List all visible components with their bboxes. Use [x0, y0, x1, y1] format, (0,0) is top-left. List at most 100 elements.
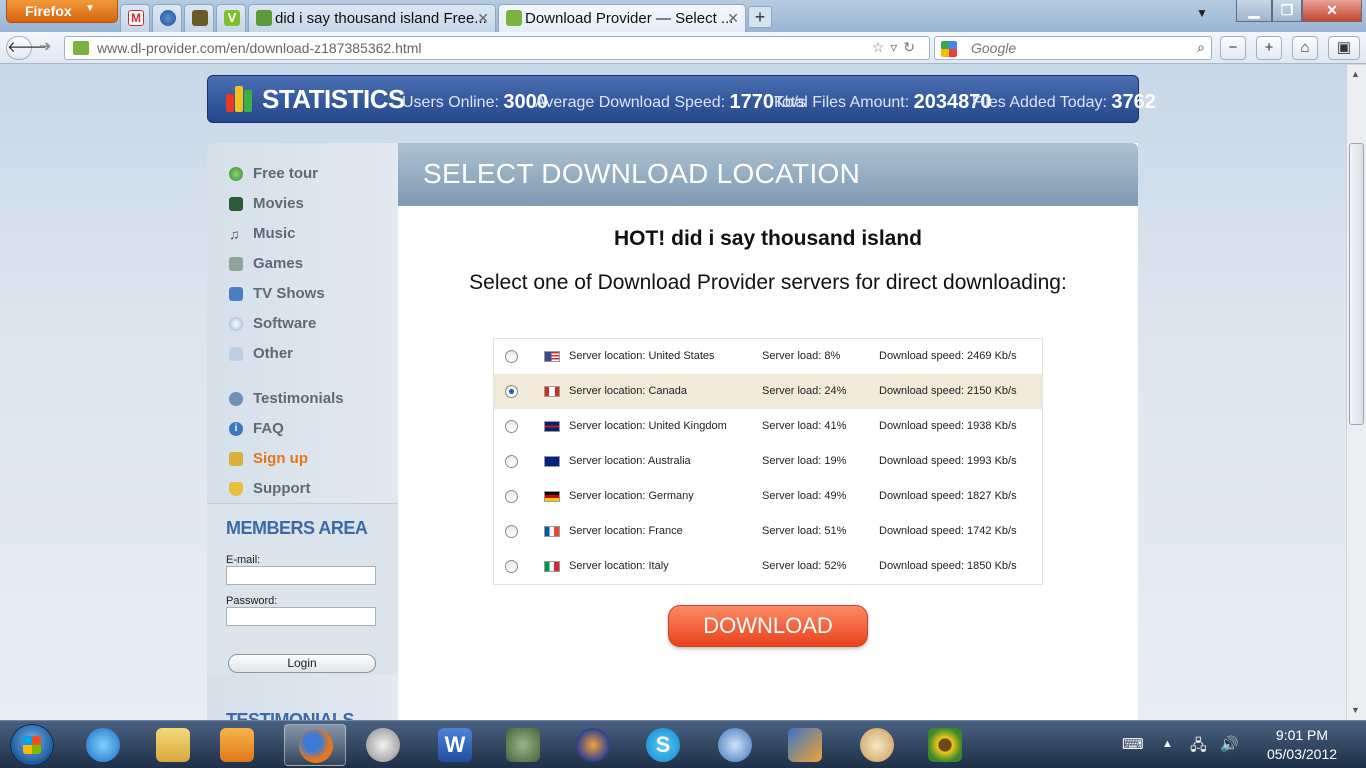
forward-button[interactable]: ➔ [32, 36, 58, 60]
bookmark-star-icon[interactable]: ☆▿↻ [872, 39, 921, 56]
pinned-tab-4[interactable]: V [216, 4, 246, 32]
email-field[interactable] [226, 566, 376, 585]
sidebar-item-label: Software [253, 315, 317, 332]
sidebar-item-software[interactable]: Software [227, 313, 316, 335]
sidebar-item-label: FAQ [253, 420, 284, 437]
sidebar-item-sign-up[interactable]: Sign up [227, 448, 308, 470]
server-row-uk[interactable]: Server location: United Kingdom Server l… [494, 409, 1042, 444]
stat-value: 3762 [1111, 91, 1156, 113]
server-row-us[interactable]: Server location: United States Server lo… [494, 339, 1042, 374]
taskbar-firefox[interactable] [284, 724, 346, 766]
sidebar-item-games[interactable]: Games [227, 253, 303, 275]
minimize-button[interactable]: ▁ [1236, 0, 1272, 22]
folder-icon [156, 728, 190, 762]
new-tab-button[interactable]: + [748, 6, 772, 28]
skype-icon: S [646, 728, 680, 762]
zoom-out-button[interactable]: − [1220, 36, 1246, 60]
volume-icon[interactable]: 🔊 [1220, 735, 1239, 753]
taskbar-skype[interactable]: S [632, 724, 694, 766]
vertical-scrollbar[interactable]: ▲ ▼ [1346, 65, 1366, 720]
server-row-de[interactable]: Server location: Germany Server load: 49… [494, 479, 1042, 514]
back-button[interactable]: 🡐 [6, 36, 47, 60]
sidebar-item-testimonials[interactable]: Testimonials [227, 388, 344, 410]
password-field[interactable] [226, 607, 376, 626]
sidebar-item-tv-shows[interactable]: TV Shows [227, 283, 325, 305]
pinned-tab-2[interactable] [152, 4, 182, 32]
system-clock[interactable]: 9:01 PM 05/03/2012 [1262, 726, 1342, 764]
search-icon[interactable]: ⌕ [1197, 39, 1205, 56]
server-radio[interactable] [505, 420, 518, 433]
page-favicon-icon [256, 10, 272, 26]
search-bar[interactable]: Google ⌕ [934, 36, 1212, 60]
address-bar[interactable]: www.dl-provider.com/en/download-z1873853… [64, 36, 930, 60]
server-radio[interactable] [505, 525, 518, 538]
close-tab-icon[interactable]: ✕ [477, 10, 489, 27]
server-list: Server location: United States Server lo… [493, 338, 1043, 585]
sidebar-item-music[interactable]: ♫ Music [227, 223, 296, 245]
stats-title: STATISTICS [262, 84, 405, 114]
tv-icon [229, 287, 243, 301]
zoom-in-button[interactable]: + [1256, 36, 1282, 60]
scroll-up-icon[interactable]: ▲ [1351, 69, 1360, 79]
start-button[interactable] [10, 724, 54, 766]
stat-average-speed: Average Download Speed: 1770Kb/s [535, 90, 806, 113]
close-window-button[interactable]: ✕ [1302, 0, 1362, 22]
pinned-tab-gmail[interactable]: M [120, 4, 150, 32]
taskbar-explorer[interactable] [142, 724, 204, 766]
lock-icon [229, 452, 243, 466]
network-icon[interactable]: 🖧 [1190, 735, 1207, 760]
pinned-tab-3[interactable] [184, 4, 214, 32]
server-radio[interactable] [505, 385, 518, 398]
sidebar-item-free-tour[interactable]: Free tour [227, 163, 318, 185]
taskbar-audacity[interactable] [562, 724, 624, 766]
sidebar-item-other[interactable]: Other [227, 343, 293, 365]
taskbar-app-artichoke[interactable] [492, 724, 554, 766]
quicktime-icon [718, 728, 752, 762]
info-icon: i [229, 422, 243, 436]
server-row-it[interactable]: Server location: Italy Server load: 52% … [494, 549, 1042, 584]
server-radio[interactable] [505, 490, 518, 503]
home-button[interactable]: ⌂ [1292, 36, 1318, 60]
keyboard-icon[interactable]: ⌨ [1122, 735, 1144, 753]
close-tab-icon[interactable]: ✕ [727, 10, 739, 27]
taskbar-video-editor[interactable] [774, 724, 836, 766]
server-row-fr[interactable]: Server location: France Server load: 51%… [494, 514, 1042, 549]
film-icon [229, 197, 243, 211]
taskbar-internet-explorer[interactable] [72, 724, 134, 766]
server-radio[interactable] [505, 350, 518, 363]
clock-app-icon [366, 728, 400, 762]
firefox-menu-button[interactable]: Firefox ▼ [6, 0, 118, 23]
scroll-down-icon[interactable]: ▼ [1351, 705, 1360, 715]
sidebar-item-label: TV Shows [253, 285, 325, 302]
server-row-au[interactable]: Server location: Australia Server load: … [494, 444, 1042, 479]
url-text: www.dl-provider.com/en/download-z1873853… [97, 40, 422, 56]
server-radio[interactable] [505, 560, 518, 573]
puzzle-icon [192, 10, 208, 26]
login-button[interactable]: Login [228, 654, 376, 673]
gamepad-icon [229, 257, 243, 271]
taskbar-clock-app[interactable] [352, 724, 414, 766]
taskbar-media-player[interactable] [206, 724, 268, 766]
canada-flag-icon [544, 386, 560, 397]
clock-time: 9:01 PM [1275, 727, 1329, 743]
sidebar-item-movies[interactable]: Movies [227, 193, 304, 215]
maximize-button[interactable]: ❐ [1272, 0, 1302, 22]
taskbar-quicktime[interactable] [704, 724, 766, 766]
server-location: Server location: France [569, 525, 683, 537]
list-all-tabs-icon[interactable]: ▼ [1196, 6, 1208, 20]
server-location: Server location: Canada [569, 385, 688, 397]
show-hidden-icons-icon[interactable]: ▲ [1162, 738, 1173, 750]
scrollbar-thumb[interactable] [1349, 143, 1364, 425]
taskbar-word[interactable]: W [424, 724, 486, 766]
sidebar-item-support[interactable]: Support [227, 478, 311, 500]
server-row-ca[interactable]: Server location: Canada Server load: 24%… [494, 374, 1042, 409]
sidebar-item-faq[interactable]: i FAQ [227, 418, 284, 440]
server-radio[interactable] [505, 455, 518, 468]
tab-free-download[interactable]: did i say thousand island Free... ✕ [248, 4, 496, 32]
taskbar-paint[interactable] [846, 724, 908, 766]
tab-download-provider[interactable]: Download Provider — Select ... ✕ [498, 4, 746, 32]
download-button[interactable]: DOWNLOAD [668, 605, 868, 647]
stat-label: Users Online: [402, 94, 499, 111]
taskbar-photo-app[interactable] [914, 724, 976, 766]
addons-button[interactable]: ▣ [1328, 36, 1360, 60]
